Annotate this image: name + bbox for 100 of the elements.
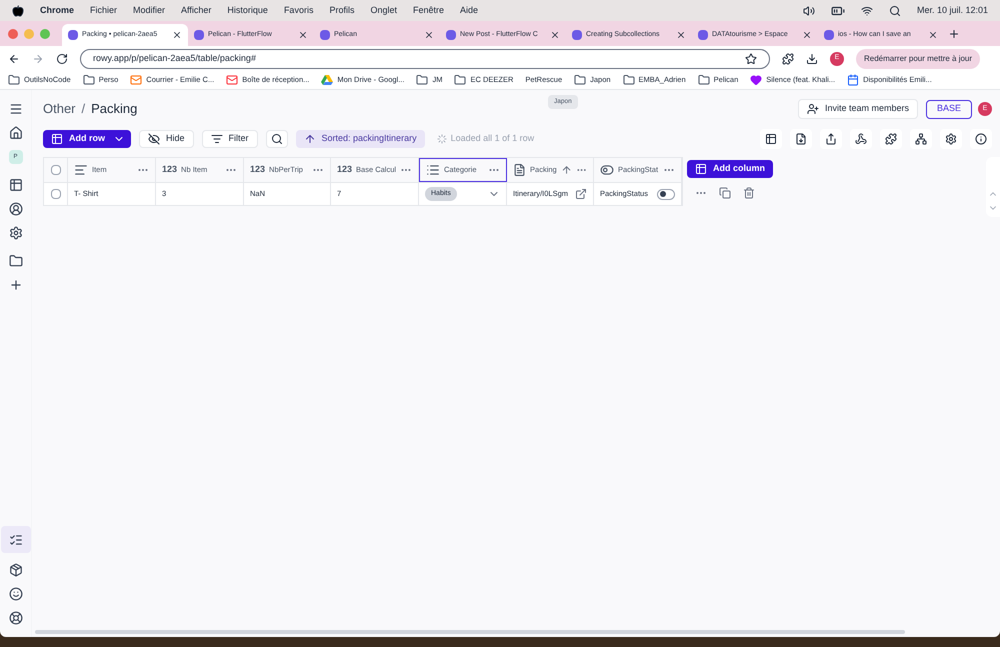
list-type-icon (426, 163, 440, 177)
add-user-icon (806, 103, 819, 115)
tool-icon (825, 133, 837, 145)
folder-icon (82, 74, 95, 86)
site-icon (446, 30, 456, 40)
apple-icon[interactable] (12, 4, 24, 16)
toolbar-icon-button[interactable] (760, 129, 782, 149)
smile-icon[interactable] (8, 587, 22, 601)
hide-button[interactable]: Hide (139, 130, 194, 148)
download-icon[interactable] (806, 52, 818, 64)
close-icon[interactable] (424, 30, 434, 40)
base-button[interactable]: BASE (926, 100, 972, 118)
loaded-status: Loaded all 1 of 1 row (450, 132, 534, 146)
toolbar-icon-button[interactable] (880, 129, 902, 149)
add-row-label[interactable]: Add row (69, 132, 105, 146)
package-icon[interactable] (8, 563, 22, 577)
close-icon[interactable] (676, 30, 686, 40)
eye-off-icon (148, 133, 160, 145)
toolbar-icon-button[interactable] (850, 129, 872, 149)
sort-button[interactable]: Sorted: packingItinerary (296, 130, 425, 148)
horizontal-scrollbar[interactable] (35, 630, 905, 634)
extensions-icon[interactable] (782, 52, 794, 64)
tool-icon (795, 133, 807, 145)
tool-icon (945, 133, 957, 145)
wifi-icon[interactable] (860, 4, 873, 16)
menu-item[interactable]: Aide (460, 4, 478, 18)
breadcrumb-current: Packing (91, 100, 138, 118)
filter-button[interactable]: Filter (202, 130, 258, 148)
heart-icon (750, 74, 762, 86)
close-icon[interactable] (928, 30, 938, 40)
number-type-icon: 123 (250, 163, 266, 177)
help-icon[interactable] (8, 611, 22, 625)
search-icon (270, 133, 283, 145)
row-checkbox[interactable] (50, 189, 60, 199)
close-icon[interactable] (298, 30, 308, 40)
address-bar[interactable]: rowy.app/p/pelican-2aea5/table/packing# (80, 48, 770, 68)
select-all-checkbox[interactable] (50, 165, 60, 175)
close-icon[interactable] (802, 30, 812, 40)
new-tab-icon[interactable] (948, 28, 960, 40)
checklist-icon (8, 532, 22, 546)
menu-item[interactable]: Favoris (284, 4, 314, 18)
tool-icon (915, 133, 927, 145)
search-button[interactable] (266, 130, 288, 148)
open-link-icon[interactable] (575, 188, 587, 200)
add-column-button[interactable]: Add column (687, 160, 773, 178)
mail-icon (226, 74, 238, 86)
menu-item[interactable]: Historique (227, 4, 268, 18)
toggle-type-icon (600, 163, 614, 177)
settings-icon[interactable] (8, 226, 22, 240)
close-icon[interactable] (172, 30, 182, 40)
forward-icon[interactable] (32, 52, 44, 64)
delete-icon[interactable] (743, 187, 755, 199)
toolbar-icon-button[interactable] (940, 129, 962, 149)
site-icon (698, 30, 708, 40)
site-icon (68, 30, 78, 40)
breadcrumb-parent[interactable]: Other (43, 99, 76, 119)
reload-icon[interactable] (56, 52, 68, 64)
search-icon[interactable] (888, 4, 901, 16)
tool-icon (975, 133, 987, 145)
toggle-switch[interactable] (657, 188, 675, 200)
duplicate-icon[interactable] (719, 187, 731, 199)
home-icon[interactable] (8, 126, 22, 140)
arrow-up-icon (304, 133, 316, 145)
bookmark-star-icon[interactable] (745, 52, 757, 64)
tool-icon (885, 133, 897, 145)
mail-icon (130, 74, 142, 86)
menu-clock: Mer. 10 juil. 12:01 (916, 4, 988, 17)
add-row-button[interactable]: Add row (43, 130, 131, 148)
update-button[interactable]: Redémarrer pour mettre à jour (856, 48, 980, 68)
calendar-icon (847, 74, 860, 86)
folder-icon[interactable] (8, 254, 22, 268)
menu-item[interactable]: Afficher (181, 4, 212, 18)
breadcrumb-separator: / (82, 100, 86, 118)
menu-app-name[interactable]: Chrome (40, 4, 74, 18)
add-icon[interactable] (8, 278, 22, 292)
menu-item[interactable]: Profils (329, 4, 354, 18)
user-icon[interactable] (8, 202, 22, 216)
sort-arrow-icon (560, 164, 572, 176)
site-icon (572, 30, 582, 40)
document-type-icon (513, 163, 526, 177)
toolbar-icon-button[interactable] (790, 129, 812, 149)
folder-icon (574, 74, 586, 86)
menu-icon[interactable] (8, 102, 22, 116)
back-icon[interactable] (8, 52, 20, 64)
text-type-icon (74, 163, 88, 177)
menu-item[interactable]: Fichier (90, 4, 118, 18)
menu-item[interactable]: Onglet (370, 4, 397, 18)
checklist-nav-item[interactable] (0, 526, 30, 553)
table-icon[interactable] (8, 178, 22, 192)
toolbar-icon-button[interactable] (970, 129, 992, 149)
folder-icon (454, 74, 466, 86)
volume-icon[interactable] (802, 4, 815, 16)
toolbar-icon-button[interactable] (820, 129, 842, 149)
invite-button[interactable]: Invite team members (798, 99, 918, 119)
close-icon[interactable] (550, 30, 560, 40)
drive-icon (321, 74, 334, 86)
menu-item[interactable]: Fenêtre (413, 4, 444, 18)
menu-item[interactable]: Modifier (133, 4, 166, 18)
filter-icon (210, 133, 223, 145)
toolbar-icon-button[interactable] (910, 129, 932, 149)
